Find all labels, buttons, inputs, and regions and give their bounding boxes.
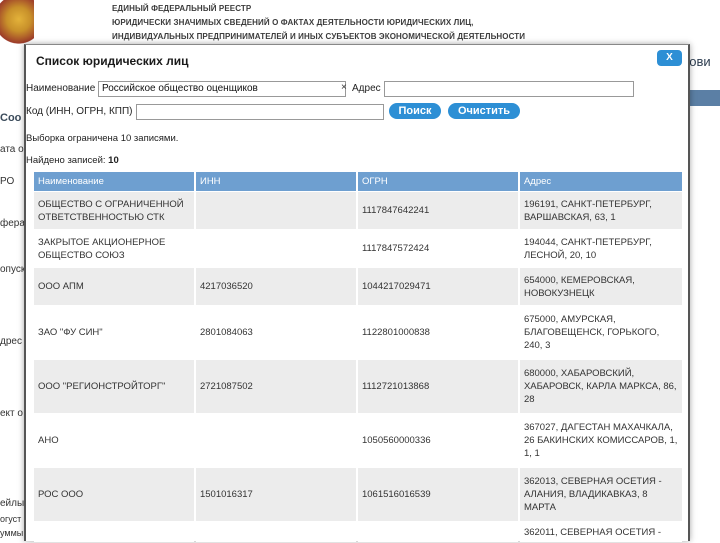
cell-address: 362013, СЕВЕРНАЯ ОСЕТИЯ - АЛАНИЯ, ВЛАДИК… <box>519 468 682 521</box>
found-label: Найдено записей: <box>26 155 106 166</box>
bg-fragment: уммы <box>0 528 24 538</box>
cell-inn <box>195 522 356 542</box>
bg-fragment: дрес <box>0 336 22 347</box>
table-row[interactable]: ЗАО "ФУ СИН" 2801084063 1122801000838 67… <box>34 306 682 359</box>
bg-fragment: ект о <box>0 408 23 419</box>
bg-fragment: огуст <box>0 514 22 524</box>
bg-fragment: ата о <box>0 144 24 155</box>
column-header-address[interactable]: Адрес <box>519 172 682 191</box>
name-label: Наименование <box>26 83 96 94</box>
close-button[interactable]: X <box>657 50 682 66</box>
cell-inn <box>195 414 356 467</box>
bg-fragment: ейлы <box>0 498 25 509</box>
legal-entities-dialog: Список юридических лиц X Наименование × … <box>24 44 690 543</box>
cell-ogrn: 1117847572424 <box>357 230 518 267</box>
table-row[interactable]: АНО 1050560000336 367027, ДАГЕСТАН МАХАЧ… <box>34 414 682 467</box>
cell-inn: 2801084063 <box>195 306 356 359</box>
cell-address: 196191, САНКТ-ПЕТЕРБУРГ, ВАРШАВСКАЯ, 63,… <box>519 192 682 229</box>
cell-name: ЗАКРЫТОЕ АКЦИОНЕРНОЕ ОБЩЕСТВО СОЮЗ <box>34 230 194 267</box>
cell-name: РОС ООО <box>34 468 194 521</box>
cell-name: ЗАО "ФУ СИН" <box>34 306 194 359</box>
table-row[interactable]: ООО "РЕГИОНСТРОЙТОРГ" 2721087502 1112721… <box>34 360 682 413</box>
cell-address: 194044, САНКТ-ПЕТЕРБУРГ, ЛЕСНОЙ, 20, 10 <box>519 230 682 267</box>
code-label: Код (ИНН, ОГРН, КПП) <box>26 106 133 117</box>
cell-inn: 2721087502 <box>195 360 356 413</box>
registry-line: ЮРИДИЧЕСКИ ЗНАЧИМЫХ СВЕДЕНИЙ О ФАКТАХ ДЕ… <box>112 18 474 27</box>
table-row[interactable]: ООО АПМ 4217036520 1044217029471 654000,… <box>34 268 682 305</box>
cell-inn: 4217036520 <box>195 268 356 305</box>
registry-line: ИНДИВИДУАЛЬНЫХ ПРЕДПРИНИМАТЕЛЕЙ И ИНЫХ С… <box>112 32 526 41</box>
cell-inn: 1501016317 <box>195 468 356 521</box>
bg-fragment: Соо <box>0 112 22 124</box>
table-row[interactable]: ОБЩЕСТВО С ОГРАНИЧЕННОЙ ОТВЕТСТВЕННОСТЬЮ… <box>34 192 682 229</box>
cell-ogrn: 1061516016539 <box>357 468 518 521</box>
table-row[interactable]: ЗАКРЫТОЕ АКЦИОНЕРНОЕ ОБЩЕСТВО СОЮЗ 11178… <box>34 230 682 267</box>
cell-address: 654000, КЕМЕРОВСКАЯ, НОВОКУЗНЕЦК <box>519 268 682 305</box>
dialog-title: Список юридических лиц <box>36 54 189 68</box>
cell-name <box>34 522 194 542</box>
registry-line: ЕДИНЫЙ ФЕДЕРАЛЬНЫЙ РЕЕСТР <box>112 4 252 13</box>
coat-of-arms-icon <box>0 0 34 48</box>
cell-ogrn: 1122801000838 <box>357 306 518 359</box>
bg-fragment: опуск <box>0 264 26 275</box>
found-number: 10 <box>108 155 119 166</box>
cell-name: АНО <box>34 414 194 467</box>
table-header-row: Наименование ИНН ОГРН Адрес <box>34 172 682 191</box>
found-count: Найдено записей: 10 <box>26 155 119 166</box>
cell-name: ООО "РЕГИОНСТРОЙТОРГ" <box>34 360 194 413</box>
code-input[interactable] <box>136 104 384 120</box>
table-row[interactable]: РОС ООО 1501016317 1061516016539 362013,… <box>34 468 682 521</box>
name-input[interactable] <box>98 81 346 97</box>
cell-ogrn <box>357 522 518 542</box>
cell-inn <box>195 192 356 229</box>
bg-fragment: РО <box>0 176 15 187</box>
cell-ogrn: 1112721013868 <box>357 360 518 413</box>
registry-header: ЕДИНЫЙ ФЕДЕРАЛЬНЫЙ РЕЕСТР ЮРИДИЧЕСКИ ЗНА… <box>112 2 592 44</box>
cell-inn <box>195 230 356 267</box>
cell-ogrn: 1050560000336 <box>357 414 518 467</box>
cell-address: 680000, ХАБАРОВСКИЙ, ХАБАРОВСК, КАРЛА МА… <box>519 360 682 413</box>
column-header-name[interactable]: Наименование <box>34 172 194 191</box>
address-label: Адрес <box>352 83 381 94</box>
search-button[interactable]: Поиск <box>389 103 441 119</box>
address-input[interactable] <box>384 81 634 97</box>
cell-ogrn: 1044217029471 <box>357 268 518 305</box>
clear-name-icon[interactable]: × <box>341 82 347 93</box>
cell-address: 675000, АМУРСКАЯ, БЛАГОВЕЩЕНСК, ГОРЬКОГО… <box>519 306 682 359</box>
clear-button[interactable]: Очистить <box>448 103 520 119</box>
bg-fragment: фера <box>0 218 25 229</box>
cell-name: ОБЩЕСТВО С ОГРАНИЧЕННОЙ ОТВЕТСТВЕННОСТЬЮ… <box>34 192 194 229</box>
table-row[interactable]: 362011, СЕВЕРНАЯ ОСЕТИЯ - <box>34 522 682 542</box>
results-table: Наименование ИНН ОГРН Адрес ОБЩЕСТВО С О… <box>32 171 684 543</box>
cell-address: 367027, ДАГЕСТАН МАХАЧКАЛА, 26 БАКИНСКИХ… <box>519 414 682 467</box>
column-header-ogrn[interactable]: ОГРН <box>357 172 518 191</box>
column-header-inn[interactable]: ИНН <box>195 172 356 191</box>
cell-address: 362011, СЕВЕРНАЯ ОСЕТИЯ - <box>519 522 682 542</box>
cell-ogrn: 1117847642241 <box>357 192 518 229</box>
cell-name: ООО АПМ <box>34 268 194 305</box>
limit-note: Выборка ограничена 10 записями. <box>26 133 179 144</box>
